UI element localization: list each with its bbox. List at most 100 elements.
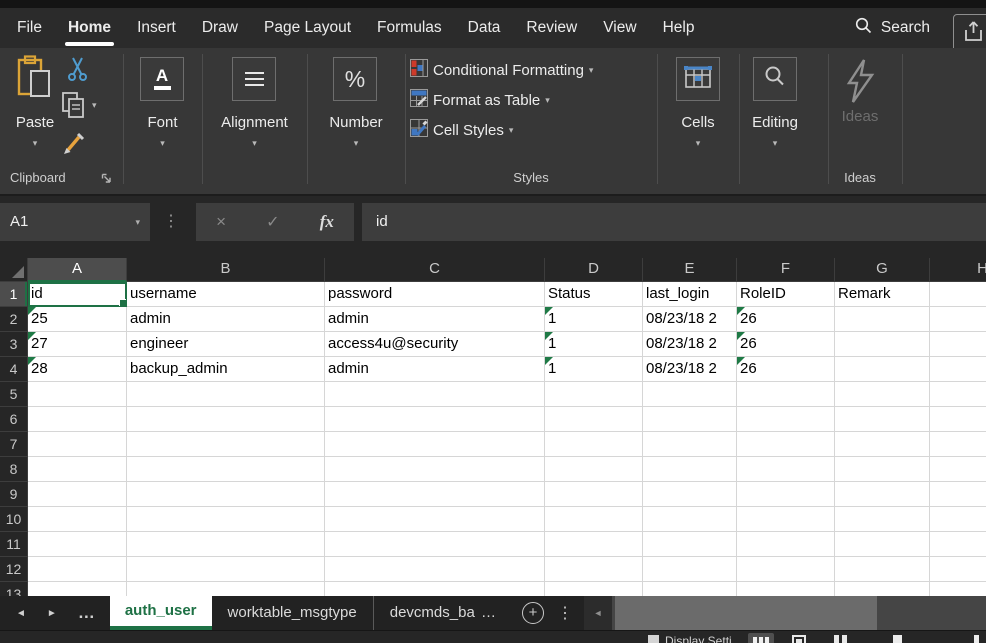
cell-A12[interactable] [28, 557, 127, 582]
formula-bar-kebab-icon[interactable]: ⋮ [163, 203, 179, 241]
menu-item-data[interactable]: Data [468, 19, 501, 37]
cell-B11[interactable] [127, 532, 325, 557]
cell-F1[interactable]: RoleID [737, 282, 835, 307]
cell-A3[interactable]: 27 [28, 332, 127, 357]
alignment-group-button[interactable] [232, 57, 276, 101]
column-header-E[interactable]: E [643, 258, 737, 282]
cell-H4[interactable] [930, 357, 986, 382]
cell-D11[interactable] [545, 532, 643, 557]
cell-E4[interactable]: 08/23/18 2 [643, 357, 737, 382]
cell-A5[interactable] [28, 382, 127, 407]
cell-H1[interactable] [930, 282, 986, 307]
editing-group-button[interactable] [753, 57, 797, 101]
cell-H13[interactable] [930, 582, 986, 596]
format-as-table-button[interactable]: Format as Table ▾ [410, 90, 550, 110]
menu-item-draw[interactable]: Draw [202, 19, 238, 37]
next-sheet-icon[interactable]: ► [47, 608, 57, 619]
cell-E11[interactable] [643, 532, 737, 557]
cell-A1[interactable]: id [28, 282, 127, 307]
cell-F2[interactable]: 26 [737, 307, 835, 332]
cell-F9[interactable] [737, 482, 835, 507]
cell-A10[interactable] [28, 507, 127, 532]
cell-B12[interactable] [127, 557, 325, 582]
share-button[interactable] [953, 14, 986, 52]
cell-C8[interactable] [325, 457, 545, 482]
cell-H11[interactable] [930, 532, 986, 557]
cell-G12[interactable] [835, 557, 930, 582]
alignment-dropdown-caret[interactable]: ▾ [202, 138, 307, 149]
sheet-tab-worktable-msgtype[interactable]: worktable_msgtype [212, 596, 373, 630]
editing-dropdown-caret[interactable]: ▾ [733, 138, 817, 149]
cell-D13[interactable] [545, 582, 643, 596]
cell-C2[interactable]: admin [325, 307, 545, 332]
cell-A8[interactable] [28, 457, 127, 482]
cell-E8[interactable] [643, 457, 737, 482]
cell-B4[interactable]: backup_admin [127, 357, 325, 382]
cell-C13[interactable] [325, 582, 545, 596]
column-header-G[interactable]: G [835, 258, 930, 282]
new-sheet-button[interactable]: + [522, 602, 544, 624]
menu-item-page-layout[interactable]: Page Layout [264, 19, 351, 37]
cell-A13[interactable] [28, 582, 127, 596]
cell-G1[interactable]: Remark [835, 282, 930, 307]
format-painter-button[interactable] [62, 130, 88, 159]
number-dropdown-caret[interactable]: ▾ [307, 138, 405, 149]
normal-view-icon[interactable] [748, 633, 774, 643]
cut-button[interactable] [66, 56, 90, 87]
font-group-button[interactable]: A [140, 57, 184, 101]
scrollbar-thumb[interactable] [615, 596, 877, 630]
cell-B10[interactable] [127, 507, 325, 532]
cell-B7[interactable] [127, 432, 325, 457]
cell-D6[interactable] [545, 407, 643, 432]
scroll-left-icon[interactable]: ◄ [584, 596, 612, 630]
row-header-7[interactable]: 7 [0, 432, 28, 457]
cell-G10[interactable] [835, 507, 930, 532]
cell-E9[interactable] [643, 482, 737, 507]
cancel-icon[interactable]: × [216, 212, 226, 232]
cell-E1[interactable]: last_login [643, 282, 737, 307]
fill-handle[interactable] [119, 299, 126, 306]
cell-E6[interactable] [643, 407, 737, 432]
cell-B2[interactable]: admin [127, 307, 325, 332]
menu-item-file[interactable]: File [17, 19, 42, 37]
column-header-H[interactable]: H [930, 258, 986, 282]
cell-H8[interactable] [930, 457, 986, 482]
cell-H5[interactable] [930, 382, 986, 407]
cell-B8[interactable] [127, 457, 325, 482]
cell-D2[interactable]: 1 [545, 307, 643, 332]
cell-F8[interactable] [737, 457, 835, 482]
column-header-D[interactable]: D [545, 258, 643, 282]
cell-H7[interactable] [930, 432, 986, 457]
cell-C4[interactable]: admin [325, 357, 545, 382]
scrollbar-track[interactable] [612, 596, 986, 630]
cell-C11[interactable] [325, 532, 545, 557]
menu-item-formulas[interactable]: Formulas [377, 19, 442, 37]
cell-E7[interactable] [643, 432, 737, 457]
tab-bar-kebab-icon[interactable]: ⋮ [557, 603, 573, 623]
cell-E3[interactable]: 08/23/18 2 [643, 332, 737, 357]
cell-H9[interactable] [930, 482, 986, 507]
cell-D10[interactable] [545, 507, 643, 532]
row-header-5[interactable]: 5 [0, 382, 28, 407]
cell-F3[interactable]: 26 [737, 332, 835, 357]
cell-D3[interactable]: 1 [545, 332, 643, 357]
cell-H10[interactable] [930, 507, 986, 532]
cell-G3[interactable] [835, 332, 930, 357]
cell-C5[interactable] [325, 382, 545, 407]
menu-item-help[interactable]: Help [663, 19, 695, 37]
cell-G13[interactable] [835, 582, 930, 596]
page-layout-view-icon[interactable] [792, 635, 806, 643]
column-header-F[interactable]: F [737, 258, 835, 282]
zoom-control-mark[interactable] [974, 635, 979, 643]
column-header-A[interactable]: A [28, 258, 127, 282]
column-header-C[interactable]: C [325, 258, 545, 282]
search-box[interactable]: Search [855, 8, 930, 48]
cell-C6[interactable] [325, 407, 545, 432]
cell-styles-button[interactable]: Cell Styles ▾ [410, 120, 513, 140]
cell-G4[interactable] [835, 357, 930, 382]
row-header-2[interactable]: 2 [0, 307, 28, 332]
select-all-corner[interactable] [0, 258, 28, 282]
row-header-12[interactable]: 12 [0, 557, 28, 582]
sheet-tab-auth-user[interactable]: auth_user [110, 596, 212, 630]
menu-item-view[interactable]: View [603, 19, 636, 37]
